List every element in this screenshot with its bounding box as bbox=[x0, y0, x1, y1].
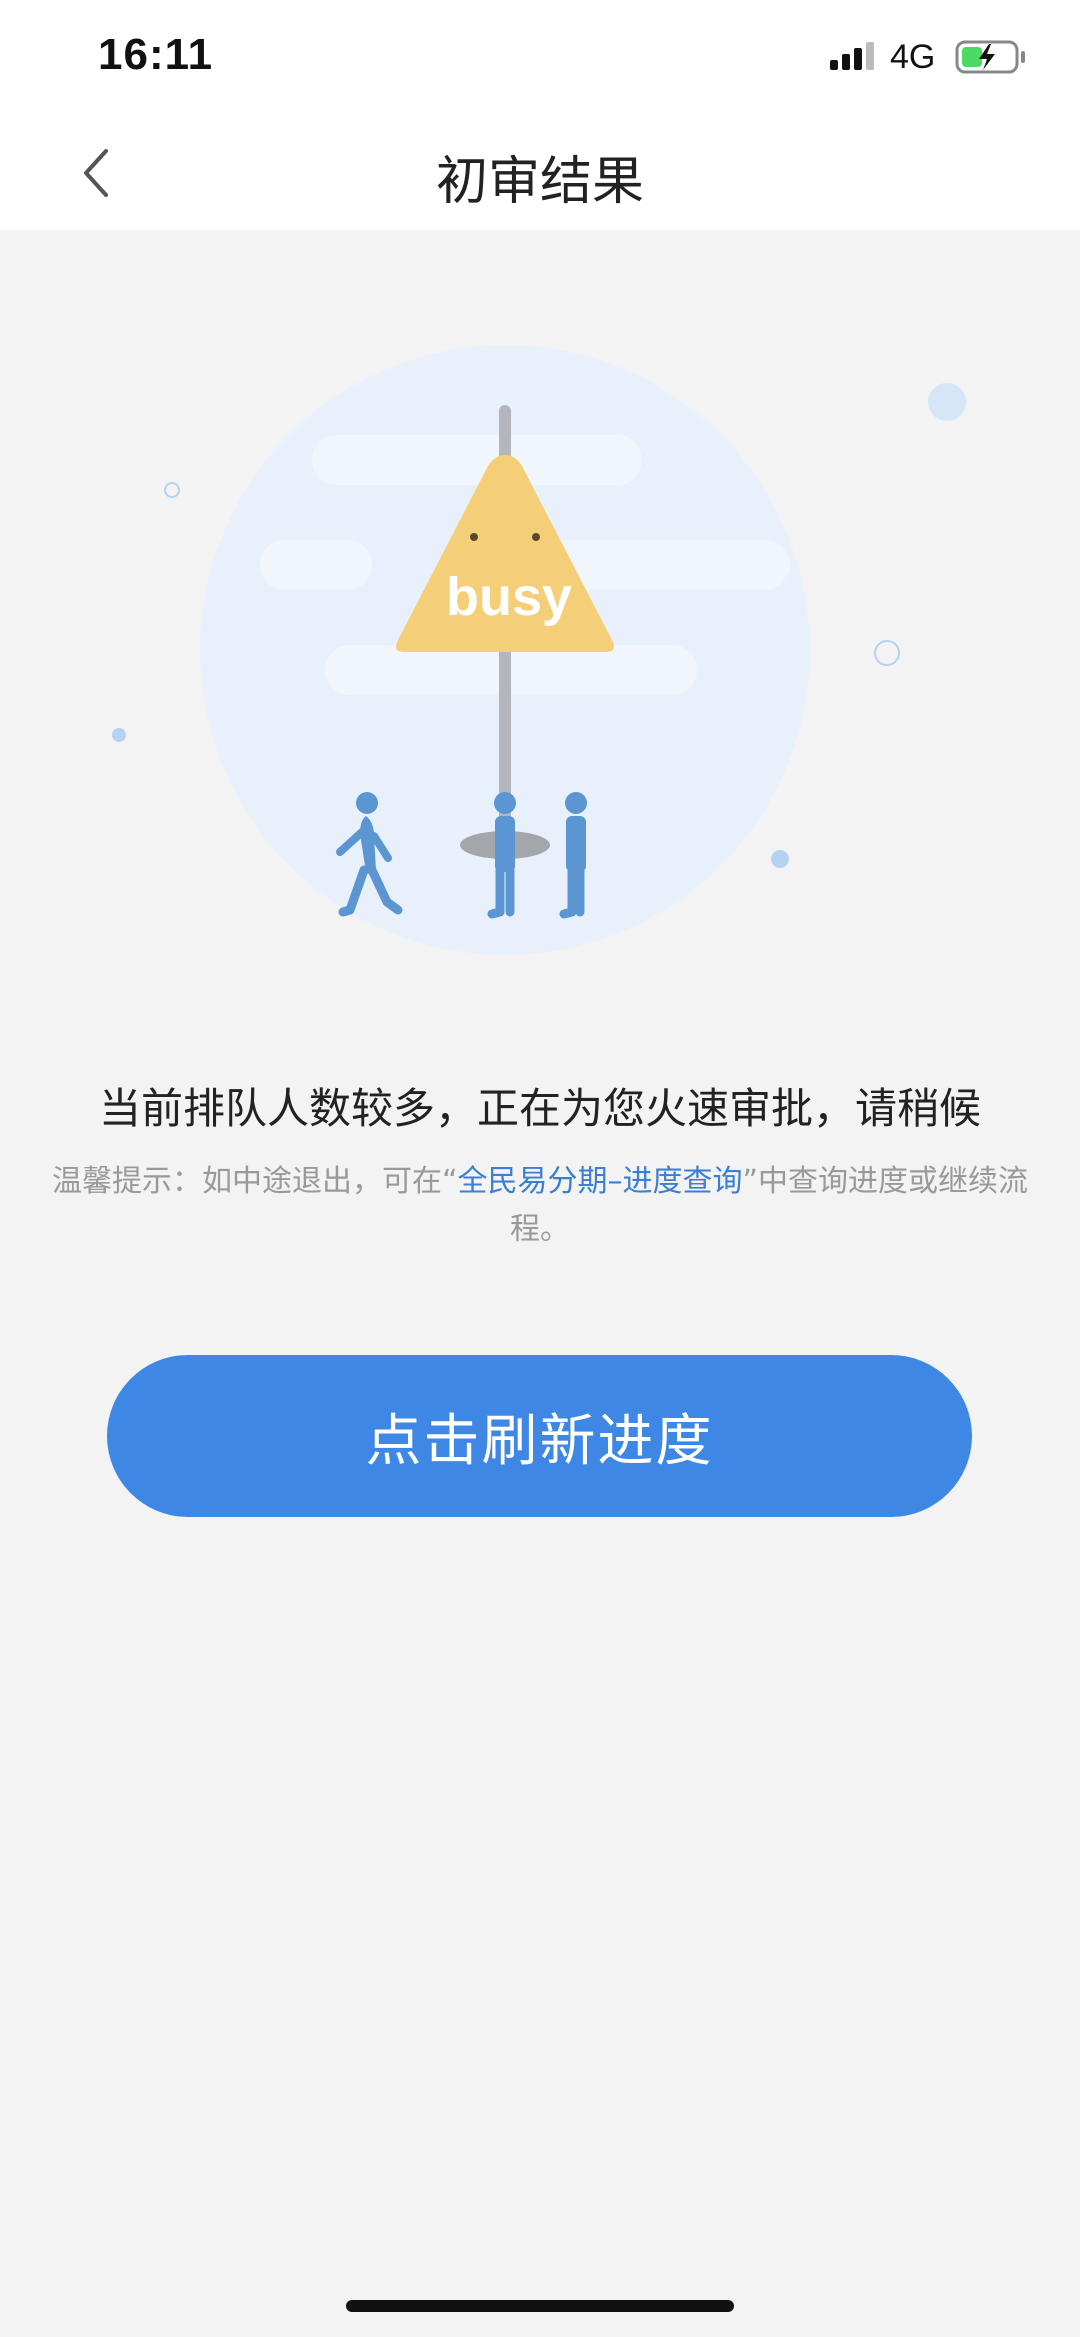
battery-charging-icon bbox=[955, 40, 1025, 74]
progress-query-link[interactable]: 全民易分期–进度查询 bbox=[458, 1164, 743, 1199]
network-label: 4G bbox=[890, 38, 936, 76]
busy-sign-illustration: busy bbox=[112, 345, 966, 955]
status-bar: 16:11 4G bbox=[0, 0, 1080, 115]
sign-label: busy bbox=[446, 567, 572, 627]
queue-message: 当前排队人数较多，正在为您火速审批，请稍候 bbox=[98, 1084, 981, 1133]
tip-text: 温馨提示：如中途退出，可在“全民易分期–进度查询”中查询进度或继续流程。 bbox=[26, 1158, 1054, 1254]
tip-prefix: 温馨提示：如中途退出，可在“ bbox=[51, 1164, 458, 1199]
home-indicator bbox=[346, 2300, 734, 2312]
page-title: 初审结果 bbox=[435, 152, 644, 212]
status-time: 16:11 bbox=[98, 30, 214, 79]
nav-bar: 初审结果 bbox=[0, 115, 1080, 230]
signal-icon bbox=[830, 42, 874, 70]
refresh-progress-button[interactable]: 点击刷新进度 bbox=[107, 1355, 972, 1517]
